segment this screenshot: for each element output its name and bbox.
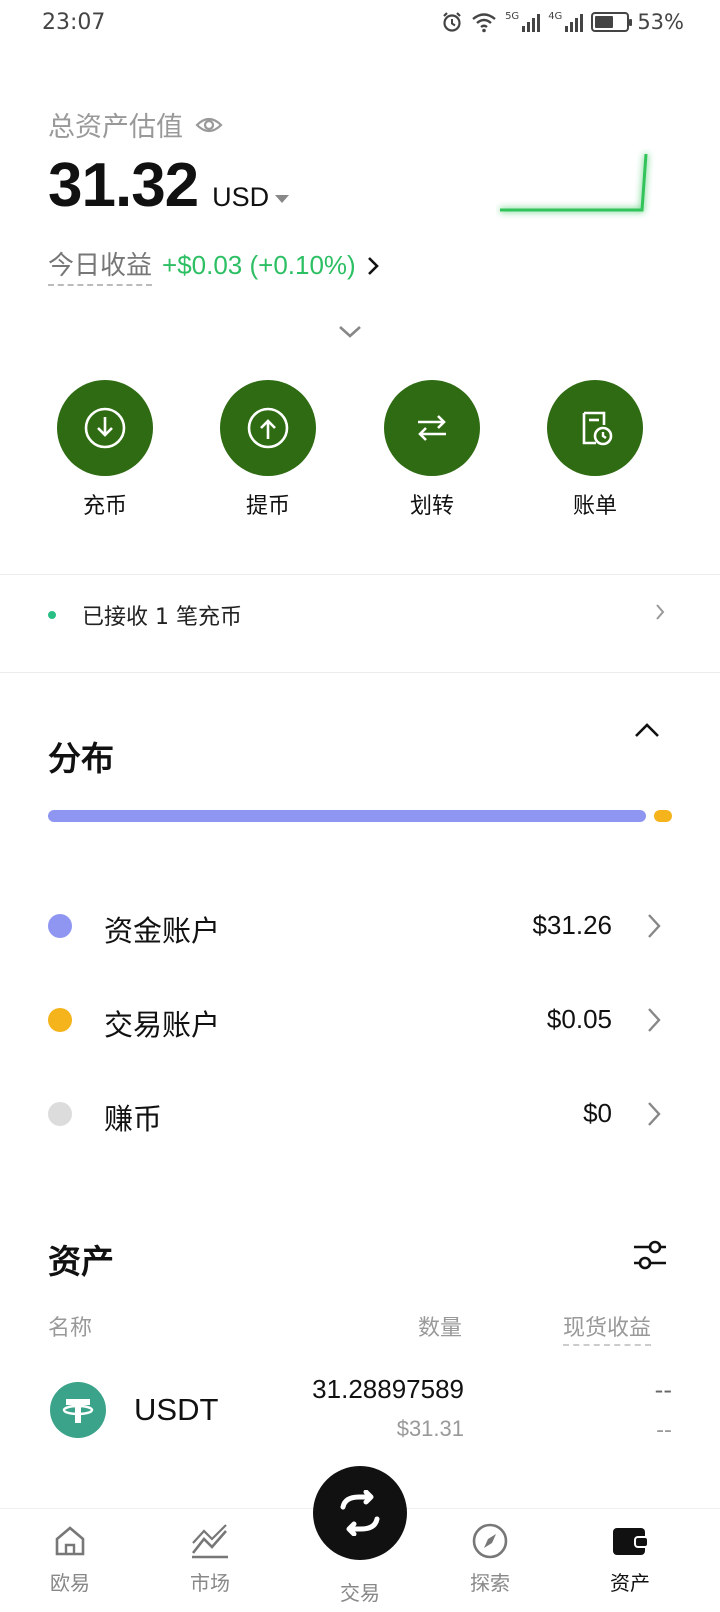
status-time: 23:07 [42,10,106,35]
account-value: $0 [583,1098,612,1128]
account-name: 交易账户 [104,1008,221,1042]
account-value: $0.05 [546,1004,612,1034]
signal-5g-icon: 5G [505,11,541,32]
chevron-right-icon [648,1102,661,1126]
bill-icon [547,380,643,476]
distribution-row-trading[interactable]: 交易账户 $0.05 [0,990,720,1050]
swap-icon [340,1490,380,1536]
column-header-quantity[interactable]: 数量 [418,1310,462,1342]
withdraw-label: 提币 [245,494,290,519]
asset-symbol: USDT [134,1392,219,1427]
total-assets-label: 总资产估值 [48,112,183,143]
nav-market[interactable]: 市场 [150,1521,270,1596]
deposit-icon [57,380,153,476]
distribution-row-earn[interactable]: 赚币 $0 [0,1084,720,1144]
total-assets-label-row: 总资产估值 [48,105,223,144]
nav-home[interactable]: 欧易 [10,1521,130,1596]
total-value-row: 31.32 USD [48,150,290,221]
notice-dot [48,611,56,619]
withdraw-icon [220,380,316,476]
account-name: 赚币 [104,1102,163,1136]
legend-dot [48,1102,72,1126]
divider [0,672,720,673]
deposit-label: 充币 [82,494,127,519]
eye-icon[interactable] [195,115,223,135]
distribution-bar [48,810,672,822]
usdt-logo-icon [50,1382,106,1438]
asset-pnl-percent: -- [656,1418,672,1443]
currency-selector[interactable]: USD [212,182,290,213]
asset-usd-value: $31.31 [396,1416,464,1441]
asset-quantity: 31.28897589 [312,1374,464,1404]
nav-assets[interactable]: 资产 [570,1521,690,1596]
today-pnl-row[interactable]: 今日收益 +$0.03 (+0.10%) [48,245,380,286]
assets-title: 资产 [48,1242,114,1281]
home-icon [55,1526,85,1556]
column-header-spot-pnl[interactable]: 现货收益 [563,1310,652,1346]
battery-icon [591,12,633,32]
column-header-name: 名称 [48,1316,93,1341]
chevron-right-icon [648,914,661,938]
status-bar: 23:07 5G 4G 53% [0,0,720,48]
nav-label-active: 资产 [610,1571,650,1595]
bill-label: 账单 [572,494,617,519]
nav-label: 欧易 [50,1571,90,1595]
chevron-right-icon [648,1008,661,1032]
nav-explore[interactable]: 探索 [430,1521,550,1596]
distribution-row-funding[interactable]: 资金账户 $31.26 [0,896,720,956]
today-pnl-value: +$0.03 (+0.10%) [162,250,356,280]
transfer-icon [384,380,480,476]
deposit-notice-row[interactable]: 已接收 1 笔充币 [0,575,720,653]
alarm-icon [443,12,461,32]
wifi-icon [472,13,496,33]
status-icons: 5G 4G 53% [441,10,684,34]
transfer-label: 划转 [409,494,454,519]
balance-sparkline [500,153,648,212]
expand-chevron-icon[interactable] [336,322,364,340]
total-value: 31.32 [48,151,199,220]
account-value: $31.26 [532,910,612,940]
quick-actions: 充币 提币 划转 账单 [0,380,720,530]
signal-4g-icon: 4G [548,11,584,32]
market-chart-icon [191,1524,228,1559]
network-5g-label: 5G [505,11,520,22]
battery-percent: 53% [637,10,684,34]
distribution-segment-funding [48,810,646,822]
asset-row-usdt[interactable]: USDT 31.28897589 $31.31 -- -- [0,1370,720,1460]
filter-sliders-icon[interactable] [632,1238,668,1272]
caret-down-icon [275,194,290,203]
bill-button[interactable]: 账单 [540,380,650,520]
compass-icon [472,1523,508,1559]
nav-label: 市场 [190,1571,230,1595]
deposit-notice-text: 已接收 1 笔充币 [82,605,242,630]
wallet-icon [613,1528,649,1555]
nav-trade-label: 交易 [340,1581,380,1605]
distribution-title: 分布 [48,739,114,778]
chevron-right-icon [367,256,379,275]
currency-label: USD [212,182,270,212]
network-4g-label: 4G [548,11,563,22]
trade-button[interactable] [313,1466,407,1560]
transfer-button[interactable]: 划转 [377,380,487,520]
withdraw-button[interactable]: 提币 [213,380,323,520]
chevron-up-icon[interactable] [632,720,662,740]
legend-dot [48,1008,72,1032]
distribution-segment-trading [654,810,672,822]
account-name: 资金账户 [104,914,221,948]
asset-pnl: -- [654,1376,672,1404]
today-pnl-label: 今日收益 [48,245,153,286]
chevron-right-icon [656,604,665,620]
legend-dot [48,914,72,938]
nav-label: 探索 [470,1571,510,1595]
deposit-button[interactable]: 充币 [50,380,160,520]
